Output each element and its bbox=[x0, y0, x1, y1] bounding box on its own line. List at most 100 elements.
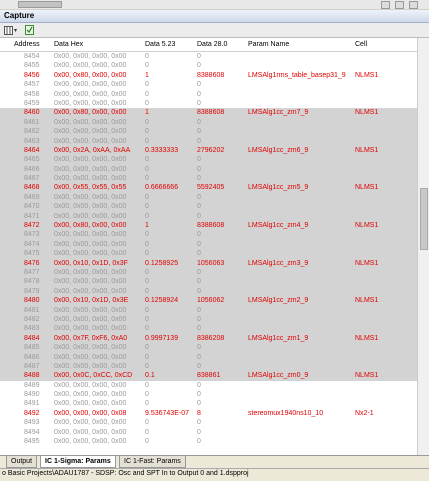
cell-address: 8466 bbox=[24, 165, 40, 173]
column-header-data-280[interactable]: Data 28.0 bbox=[197, 41, 227, 48]
cell-cell: Nx2-1 bbox=[355, 409, 374, 417]
table-row[interactable]: 8475 0x00, 0x00, 0x00, 0x00 0 0 bbox=[0, 249, 429, 259]
cell-address: 8484 bbox=[24, 334, 40, 342]
table-row[interactable]: 8478 0x00, 0x00, 0x00, 0x00 0 0 bbox=[0, 277, 429, 287]
cell-data-523: 1 bbox=[145, 222, 149, 230]
top-strip bbox=[0, 0, 429, 9]
table-row[interactable]: 8484 0x00, 0x7F, 0xF6, 0xA0 0.9997139 83862… bbox=[0, 333, 429, 344]
table-row[interactable]: 8463 0x00, 0x00, 0x00, 0x00 0 0 bbox=[0, 136, 429, 146]
table-row[interactable]: 8472 0x00, 0x80, 0x00, 0x00 1 8388608 LMSAlg… bbox=[0, 221, 429, 231]
table-row[interactable]: 8464 0x00, 0x2A, 0xAA, 0xAA 0.3333333 27962… bbox=[0, 145, 429, 156]
cell-data-280: 0 bbox=[197, 438, 201, 446]
table-row[interactable]: 8471 0x00, 0x00, 0x00, 0x00 0 0 bbox=[0, 211, 429, 222]
cell-data-523: 1 bbox=[145, 109, 149, 117]
cell-data-523: 0 bbox=[145, 268, 149, 276]
cell-data-hex: 0x00, 0x0C, 0xCC, 0xCD bbox=[54, 372, 133, 380]
cell-data-280: 0 bbox=[197, 231, 201, 239]
cell-data-280: 0 bbox=[197, 81, 201, 89]
scrollbar-thumb[interactable] bbox=[420, 188, 428, 250]
table-row[interactable]: 8473 0x00, 0x00, 0x00, 0x00 0 0 bbox=[0, 230, 429, 240]
cell-data-280: 0 bbox=[197, 391, 201, 399]
cell-address: 8476 bbox=[24, 259, 40, 267]
cell-data-280: 0 bbox=[197, 278, 201, 286]
table-row[interactable]: 8492 0x00, 0x00, 0x00, 0x08 9.536743E-07 8 s… bbox=[0, 409, 429, 418]
table-row[interactable]: 8454 0x00, 0x00, 0x00, 0x00 0 0 bbox=[0, 52, 429, 61]
table-row[interactable]: 8468 0x00, 0x55, 0x55, 0x55 0.6666666 55924… bbox=[0, 183, 429, 193]
cell-data-523: 0 bbox=[145, 419, 149, 427]
cell-data-523: 0 bbox=[145, 137, 149, 145]
close-icon[interactable] bbox=[409, 1, 418, 9]
table-row[interactable]: 8461 0x00, 0x00, 0x00, 0x00 0 0 bbox=[0, 117, 429, 128]
cell-data-523: 0 bbox=[145, 156, 149, 164]
maximize-icon[interactable] bbox=[395, 1, 404, 9]
minimize-icon[interactable] bbox=[381, 1, 390, 9]
cell-data-hex: 0x00, 0x00, 0x00, 0x00 bbox=[54, 81, 127, 89]
table-row[interactable]: 8456 0x00, 0x80, 0x00, 0x00 1 8388608 LMSAlg… bbox=[0, 71, 429, 80]
table-row[interactable]: 8458 0x00, 0x00, 0x00, 0x00 0 0 bbox=[0, 90, 429, 99]
cell-address: 8456 bbox=[24, 71, 40, 79]
cell-address: 8460 bbox=[24, 109, 40, 117]
export-icon[interactable] bbox=[24, 25, 34, 35]
table-row[interactable]: 8486 0x00, 0x00, 0x00, 0x00 0 0 bbox=[0, 352, 429, 362]
cell-address: 8481 bbox=[24, 306, 40, 314]
vertical-scrollbar[interactable] bbox=[417, 38, 429, 455]
table-row[interactable]: 8485 0x00, 0x00, 0x00, 0x00 0 0 bbox=[0, 343, 429, 353]
table-row[interactable]: 8467 0x00, 0x00, 0x00, 0x00 0 0 bbox=[0, 174, 429, 184]
cell-address: 8457 bbox=[24, 81, 40, 89]
cell-data-523: 0 bbox=[145, 240, 149, 248]
column-header-param-name[interactable]: Param Name bbox=[248, 41, 289, 48]
column-header-data-hex[interactable]: Data Hex bbox=[54, 41, 83, 48]
cell-cell: NLMS1 bbox=[355, 109, 379, 117]
table-row[interactable]: 8480 0x00, 0x10, 0x1D, 0x3E 0.1258924 10560… bbox=[0, 296, 429, 306]
table-row[interactable]: 8460 0x00, 0x80, 0x00, 0x00 1 8388608 LMSAlg… bbox=[0, 108, 429, 118]
column-header-cell[interactable]: Cell bbox=[355, 41, 367, 48]
cell-param-name: LMSAlg1cc_zm0_9 bbox=[248, 372, 309, 380]
table-row[interactable]: 8490 0x00, 0x00, 0x00, 0x00 0 0 bbox=[0, 390, 429, 399]
table-row[interactable]: 8493 0x00, 0x00, 0x00, 0x00 0 0 bbox=[0, 418, 429, 427]
column-header-address[interactable]: Address bbox=[14, 41, 40, 48]
table-row[interactable]: 8483 0x00, 0x00, 0x00, 0x00 0 0 bbox=[0, 324, 429, 334]
table-row[interactable]: 8495 0x00, 0x00, 0x00, 0x00 0 0 bbox=[0, 437, 429, 446]
cell-data-hex: 0x00, 0x00, 0x00, 0x00 bbox=[54, 250, 127, 258]
tab-ic-1-sigma-params[interactable]: IC 1-Sigma: Params bbox=[40, 456, 116, 468]
cell-address: 8489 bbox=[24, 381, 40, 389]
table-row[interactable]: 8481 0x00, 0x00, 0x00, 0x00 0 0 bbox=[0, 305, 429, 315]
table-row[interactable]: 8477 0x00, 0x00, 0x00, 0x00 0 0 bbox=[0, 267, 429, 278]
table-row[interactable]: 8469 0x00, 0x00, 0x00, 0x00 0 0 bbox=[0, 192, 429, 203]
cell-data-hex: 0x00, 0x00, 0x00, 0x00 bbox=[54, 165, 127, 173]
table-row[interactable]: 8457 0x00, 0x00, 0x00, 0x00 0 0 bbox=[0, 80, 429, 89]
cell-address: 8478 bbox=[24, 278, 40, 286]
columns-icon[interactable] bbox=[3, 25, 19, 35]
table-row[interactable]: 8479 0x00, 0x00, 0x00, 0x00 0 0 bbox=[0, 286, 429, 297]
table-row[interactable]: 8482 0x00, 0x00, 0x00, 0x00 0 0 bbox=[0, 314, 429, 325]
cell-data-280: 0 bbox=[197, 99, 201, 107]
table-row[interactable]: 8462 0x00, 0x00, 0x00, 0x00 0 0 bbox=[0, 127, 429, 137]
table-row[interactable]: 8465 0x00, 0x00, 0x00, 0x00 0 0 bbox=[0, 155, 429, 165]
capture-grid[interactable]: Address Data Hex Data 5.23 Data 28.0 Par… bbox=[0, 38, 429, 455]
table-row[interactable]: 8494 0x00, 0x00, 0x00, 0x00 0 0 bbox=[0, 428, 429, 437]
table-row[interactable]: 8491 0x00, 0x00, 0x00, 0x00 0 0 bbox=[0, 399, 429, 408]
table-row[interactable]: 8476 0x00, 0x10, 0x1D, 0x3F 0.1258925 10560… bbox=[0, 258, 429, 268]
cell-data-280: 0 bbox=[197, 325, 201, 333]
cell-data-523: 0 bbox=[145, 203, 149, 211]
tab-output[interactable]: Output bbox=[6, 456, 38, 468]
table-row[interactable]: 8459 0x00, 0x00, 0x00, 0x00 0 0 bbox=[0, 99, 429, 108]
tab-ic-1-fast-params[interactable]: IC 1-Fast: Params bbox=[119, 456, 186, 468]
cell-data-280: 838861 bbox=[197, 372, 221, 380]
table-row[interactable]: 8487 0x00, 0x00, 0x00, 0x00 0 0 bbox=[0, 361, 429, 372]
cell-address: 8459 bbox=[24, 99, 40, 107]
cell-data-523: 0 bbox=[145, 315, 149, 323]
table-row[interactable]: 8466 0x00, 0x00, 0x00, 0x00 0 0 bbox=[0, 164, 429, 175]
cell-cell: NLMS1 bbox=[355, 222, 379, 230]
table-row[interactable]: 8455 0x00, 0x00, 0x00, 0x00 0 0 bbox=[0, 61, 429, 70]
table-row[interactable]: 8488 0x00, 0x0C, 0xCC, 0xCD 0.1 838861 LMSAl… bbox=[0, 371, 429, 381]
column-header-data-523[interactable]: Data 5.23 bbox=[145, 41, 175, 48]
cell-data-hex: 0x00, 0x00, 0x00, 0x00 bbox=[54, 438, 127, 446]
cell-address: 8491 bbox=[24, 400, 40, 408]
table-row[interactable]: 8489 0x00, 0x00, 0x00, 0x00 0 0 bbox=[0, 381, 429, 390]
cell-address: 8486 bbox=[24, 353, 40, 361]
cell-cell: NLMS1 bbox=[355, 146, 379, 154]
table-row[interactable]: 8470 0x00, 0x00, 0x00, 0x00 0 0 bbox=[0, 202, 429, 212]
cell-data-hex: 0x00, 0x10, 0x1D, 0x3E bbox=[54, 297, 129, 305]
table-row[interactable]: 8474 0x00, 0x00, 0x00, 0x00 0 0 bbox=[0, 239, 429, 250]
